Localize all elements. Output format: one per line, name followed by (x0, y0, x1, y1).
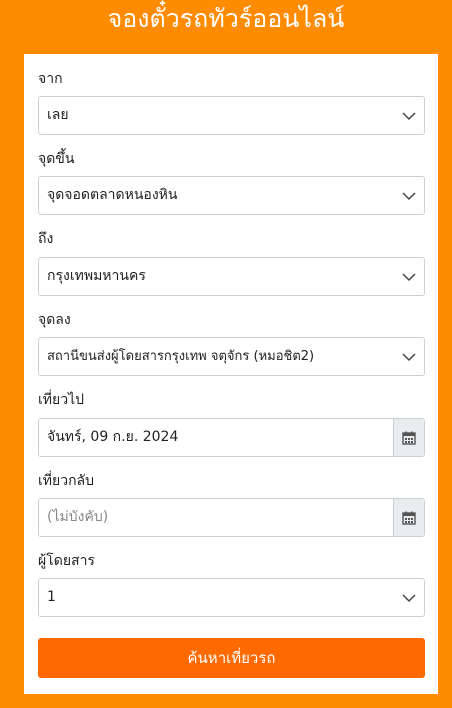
page-title: จองตั๋วรถทัวร์ออนไลน์ (107, 4, 345, 33)
passengers-value: 1 (47, 589, 56, 605)
dropoff-label: จุดลง (38, 312, 71, 328)
depart-date-field[interactable]: จันทร์, 09 ก.ย. 2024 (38, 418, 425, 457)
to-value: กรุงเทพมหานคร (47, 268, 146, 284)
depart-label: เที่ยวไป (38, 392, 85, 408)
search-trips-button[interactable]: ค้นหาเที่ยวรถ (38, 638, 425, 678)
chevron-down-icon (402, 594, 416, 603)
chevron-down-icon (402, 353, 416, 362)
calendar-icon (402, 431, 416, 445)
return-date-field[interactable]: (ไม่บังคับ) (38, 498, 425, 537)
return-calendar-button[interactable] (393, 499, 424, 536)
boarding-label: จุดขึ้น (38, 151, 75, 167)
passengers-select[interactable]: 1 (38, 578, 425, 617)
chevron-down-icon (402, 273, 416, 282)
depart-calendar-button[interactable] (393, 419, 424, 456)
depart-date-value: จันทร์, 09 ก.ย. 2024 (47, 429, 179, 445)
boarding-select[interactable]: จุดจอดตลาดหนองหิน (38, 176, 425, 215)
calendar-icon (402, 511, 416, 525)
dropoff-value: สถานีขนส่งผู้โดยสารกรุงเทพ จตุจักร (หมอช… (47, 349, 315, 364)
passengers-label: ผู้โดยสาร (38, 553, 95, 569)
from-value: เลย (47, 107, 69, 123)
booking-form: จาก เลย จุดขึ้น จุดจอดตลาดหนองหิน ถึง กร… (24, 54, 438, 694)
to-select[interactable]: กรุงเทพมหานคร (38, 257, 425, 296)
boarding-value: จุดจอดตลาดหนองหิน (47, 187, 178, 203)
from-label: จาก (38, 71, 63, 87)
from-select[interactable]: เลย (38, 96, 425, 135)
dropoff-select[interactable]: สถานีขนส่งผู้โดยสารกรุงเทพ จตุจักร (หมอช… (38, 337, 425, 376)
chevron-down-icon (402, 112, 416, 121)
to-label: ถึง (38, 231, 54, 247)
chevron-down-icon (402, 192, 416, 201)
return-date-placeholder: (ไม่บังคับ) (47, 509, 109, 525)
return-label: เที่ยวกลับ (38, 473, 95, 489)
